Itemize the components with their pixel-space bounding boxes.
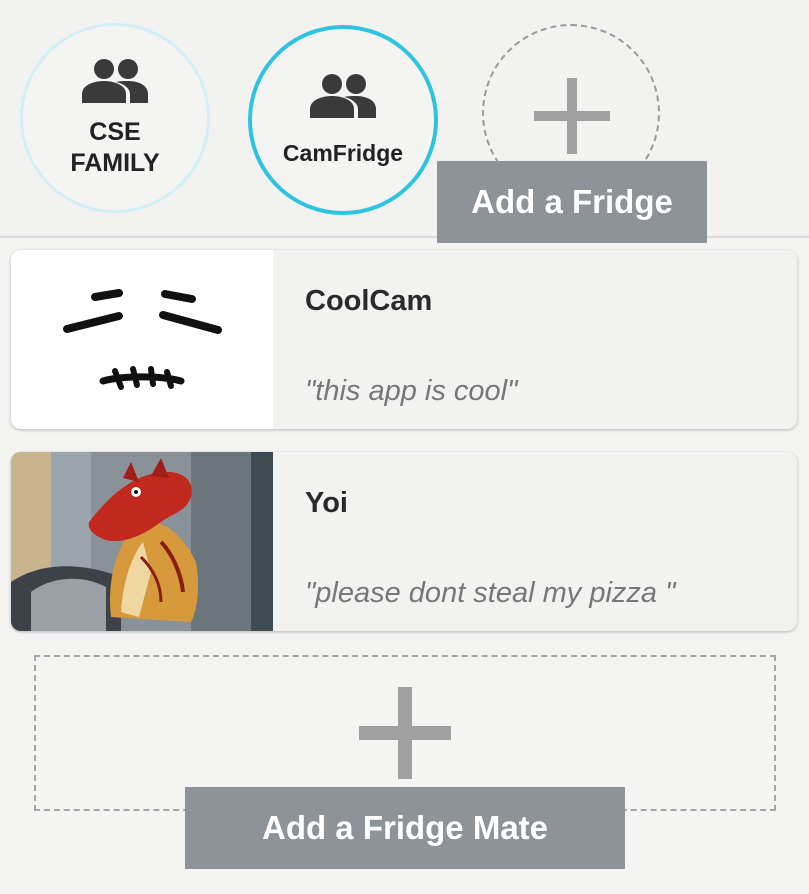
mate-name: CoolCam <box>305 285 433 317</box>
people-icon <box>82 59 148 103</box>
plus-icon <box>534 78 610 154</box>
fridge-mate-card[interactable]: Yoi "please dont steal my pizza " <box>11 452 797 631</box>
fridge-mate-card[interactable]: CoolCam "this app is cool" <box>11 250 797 429</box>
fridge-group-label: CSE FAMILY <box>70 118 160 177</box>
mate-status: "please dont steal my pizza " <box>305 577 676 609</box>
people-icon <box>310 73 376 118</box>
fridge-group-camfridge[interactable]: CamFridge <box>248 25 438 215</box>
red-dragon-puppet-photo <box>11 452 273 631</box>
add-fridge-mate-label[interactable]: Add a Fridge Mate <box>185 787 625 869</box>
plus-icon <box>359 687 451 779</box>
fridge-group-label: CamFridge <box>282 139 404 166</box>
fridge-group-cse-family[interactable]: CSE FAMILY <box>20 23 210 213</box>
mate-status: "this app is cool" <box>305 375 518 407</box>
add-fridge-label[interactable]: Add a Fridge <box>437 161 707 243</box>
squint-face-drawing <box>63 289 222 390</box>
mate-avatar <box>11 250 273 429</box>
mate-name: Yoi <box>305 487 348 519</box>
fridge-selector-bar: CSE FAMILY CamFridge Add a Fridge <box>0 0 809 243</box>
mate-avatar <box>11 452 273 631</box>
